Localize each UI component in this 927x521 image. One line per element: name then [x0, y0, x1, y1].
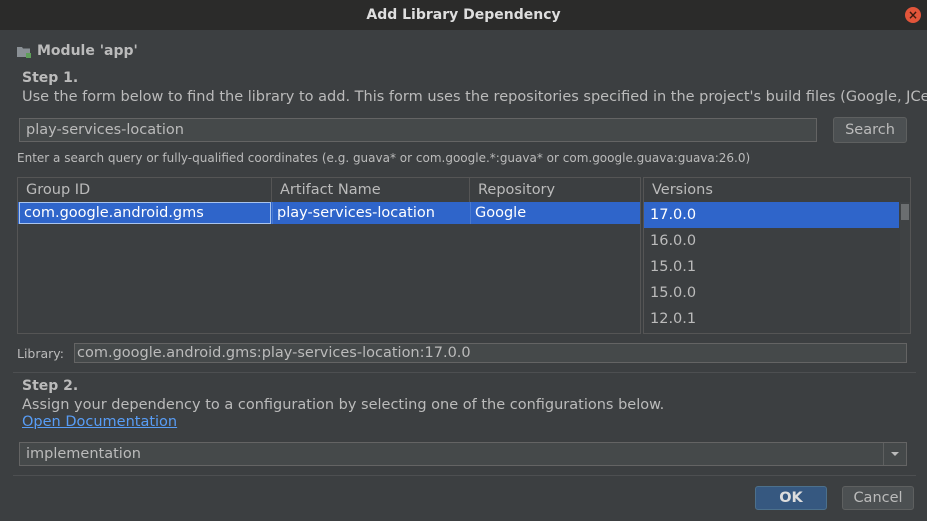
- version-item[interactable]: 15.0.0: [644, 280, 899, 306]
- window-title: Add Library Dependency: [366, 7, 561, 23]
- library-field[interactable]: com.google.android.gms:play-services-loc…: [74, 343, 907, 363]
- column-header-artifact-name[interactable]: Artifact Name: [272, 178, 470, 202]
- chevron-down-icon[interactable]: [883, 443, 906, 465]
- ok-button[interactable]: OK: [755, 486, 827, 510]
- module-folder-icon: [17, 46, 31, 58]
- scrollbar-thumb[interactable]: [901, 204, 909, 220]
- cell-repository: Google: [470, 202, 640, 224]
- versions-header: Versions: [644, 178, 910, 202]
- version-item[interactable]: 12.0.1: [644, 306, 899, 332]
- footer-divider: [13, 475, 916, 476]
- column-header-repository[interactable]: Repository: [470, 178, 640, 202]
- library-value: com.google.android.gms:play-services-loc…: [77, 345, 471, 361]
- cancel-button[interactable]: Cancel: [842, 486, 914, 510]
- search-input[interactable]: play-services-location: [19, 118, 817, 142]
- configuration-select[interactable]: implementation: [19, 442, 907, 466]
- versions-list: Versions 17.0.0 16.0.0 15.0.1 15.0.0 12.…: [643, 177, 911, 334]
- title-bar: Add Library Dependency ×: [0, 0, 927, 30]
- search-input-value: play-services-location: [26, 122, 184, 138]
- module-label: Module 'app': [17, 43, 138, 59]
- results-table: Group ID Artifact Name Repository com.go…: [17, 177, 641, 334]
- search-hint: Enter a search query or fully-qualified …: [17, 151, 751, 165]
- versions-scrollbar[interactable]: [900, 202, 910, 333]
- search-button[interactable]: Search: [833, 117, 907, 143]
- module-name: Module 'app': [37, 43, 138, 59]
- cancel-button-label: Cancel: [853, 490, 903, 506]
- version-item[interactable]: 15.0.1: [644, 254, 899, 280]
- library-label: Library:: [17, 346, 65, 361]
- step2-title: Step 2.: [22, 378, 79, 394]
- open-documentation-link[interactable]: Open Documentation: [22, 414, 177, 430]
- ok-button-label: OK: [779, 490, 803, 506]
- cell-group-id: com.google.android.gms: [19, 202, 271, 224]
- step1-description: Use the form below to find the library t…: [22, 89, 927, 105]
- cell-artifact: play-services-location: [272, 202, 470, 224]
- step2-description: Assign your dependency to a configuratio…: [22, 397, 665, 413]
- section-divider: [13, 372, 916, 373]
- table-row[interactable]: com.google.android.gms play-services-loc…: [18, 202, 640, 224]
- column-header-group-id[interactable]: Group ID: [18, 178, 272, 202]
- step1-title: Step 1.: [22, 70, 79, 86]
- version-item[interactable]: 16.0.0: [644, 228, 899, 254]
- configuration-value: implementation: [26, 446, 141, 462]
- version-item[interactable]: 17.0.0: [644, 202, 899, 228]
- search-button-label: Search: [845, 122, 895, 138]
- close-icon[interactable]: ×: [905, 7, 921, 23]
